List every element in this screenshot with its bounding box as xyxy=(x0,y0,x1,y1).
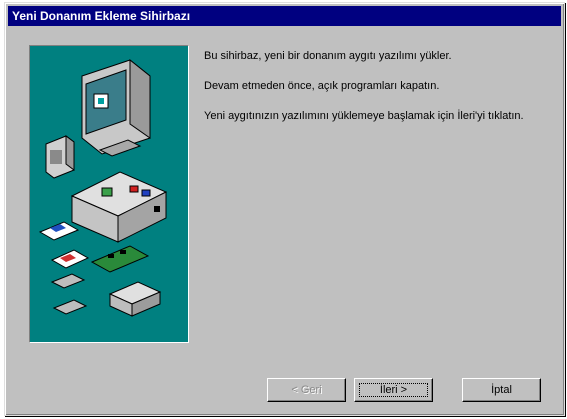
hardware-illustration xyxy=(38,58,168,317)
wizard-text: Bu sihirbaz, yeni bir donanım aygıtı yaz… xyxy=(204,49,549,139)
external-drive-icon xyxy=(108,281,162,317)
computer-case-icon xyxy=(70,171,168,243)
title-bar[interactable]: Yeni Donanım Ekleme Sihirbazı xyxy=(8,6,561,26)
close-programs-paragraph: Devam etmeden önce, açık programları kap… xyxy=(204,80,440,92)
intro-paragraph: Bu sihirbaz, yeni bir donanım aygıtı yaz… xyxy=(204,50,452,62)
wizard-illustration xyxy=(29,45,189,343)
floppy-disk-icon xyxy=(38,221,90,315)
window-title: Yeni Donanım Ekleme Sihirbazı xyxy=(12,9,191,23)
expansion-card-icon xyxy=(90,245,150,273)
speaker-icon xyxy=(45,135,75,179)
wizard-window: Yeni Donanım Ekleme Sihirbazı Bu sihirba… xyxy=(4,2,565,416)
next-instruction-paragraph: Yeni aygıtınızın yazılımını yüklemeye ba… xyxy=(204,110,524,122)
back-button[interactable]: < Geri xyxy=(267,378,346,402)
next-button[interactable]: İleri > xyxy=(354,378,433,402)
cancel-button[interactable]: İptal xyxy=(462,378,541,402)
monitor-icon xyxy=(81,58,151,157)
